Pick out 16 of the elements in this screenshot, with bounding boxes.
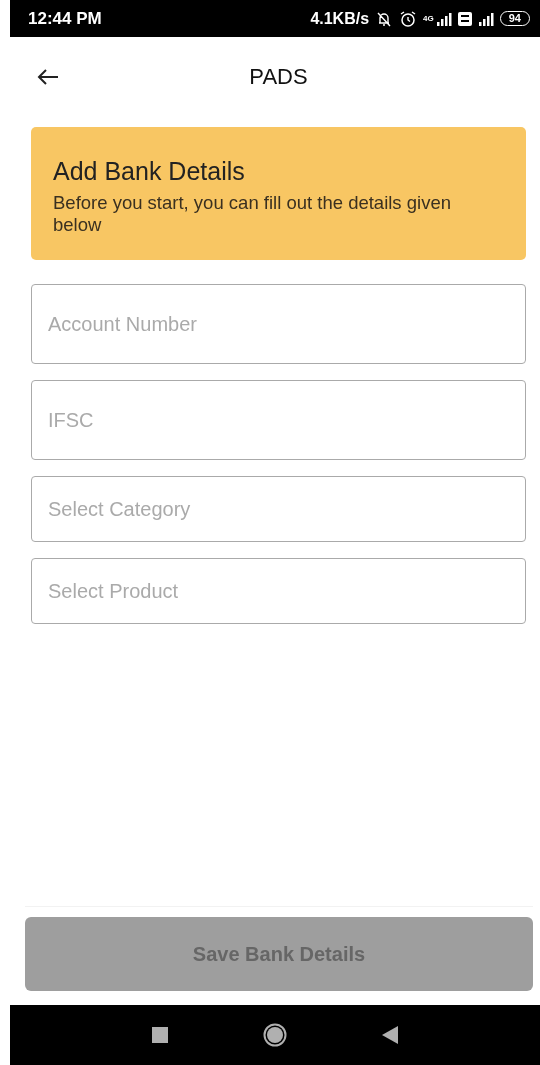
status-time: 12:44 PM: [28, 8, 102, 29]
screen-title: PADS: [249, 64, 308, 90]
alarm-icon: [399, 9, 418, 28]
home-icon[interactable]: [263, 1023, 287, 1047]
network-speed: 4.1KB/s: [310, 9, 370, 28]
back-icon[interactable]: [382, 1026, 398, 1044]
network-type: 4G: [423, 14, 434, 23]
signal-icon: [477, 11, 494, 26]
select-field[interactable]: Select Category: [31, 476, 526, 542]
banner-title: Add Bank Details: [53, 157, 246, 186]
input-field[interactable]: IFSC: [31, 380, 526, 460]
banner-text: Before you start, you can fill out the details given below: [53, 192, 452, 236]
select-field[interactable]: Select Product: [31, 558, 526, 624]
back-arrow-icon[interactable]: [37, 68, 59, 86]
input-field[interactable]: Account Number: [31, 284, 526, 364]
signal-icon: [435, 11, 452, 26]
